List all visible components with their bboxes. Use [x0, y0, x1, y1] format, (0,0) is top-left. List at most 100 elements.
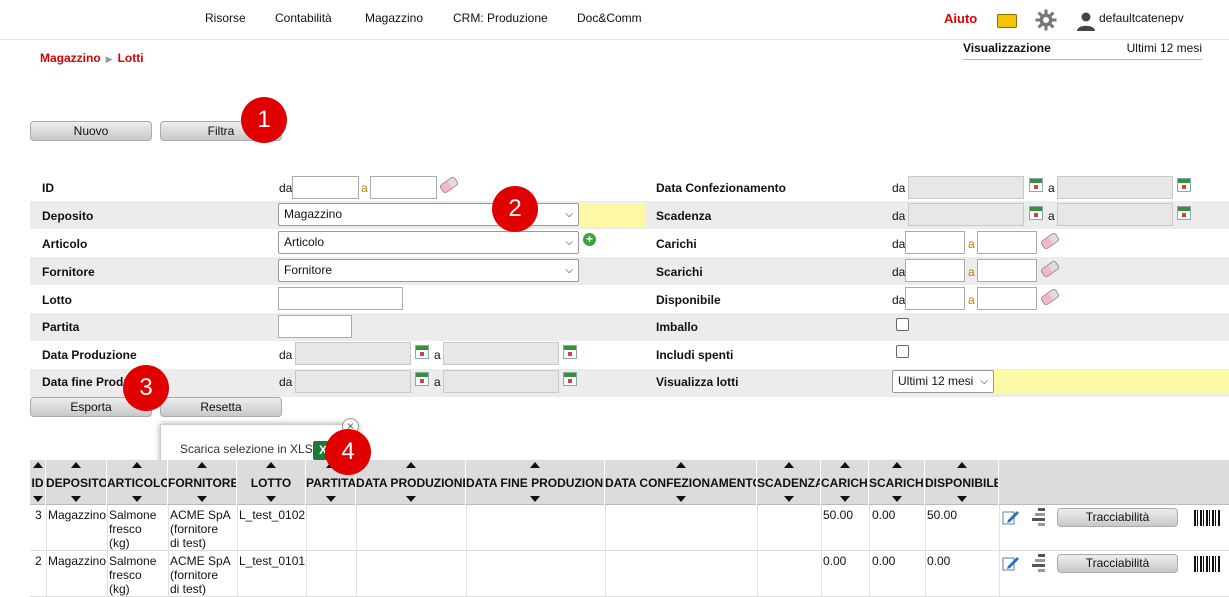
sort-asc-icon[interactable] [675, 462, 686, 468]
sort-asc-icon[interactable] [891, 462, 902, 468]
column-header-data-fine-produzione[interactable]: DATA FINE PRODUZIONE [466, 460, 605, 505]
sort-asc-icon[interactable] [32, 462, 43, 468]
calendar-icon[interactable] [415, 345, 429, 359]
deposito-select-value: Magazzino [284, 207, 343, 221]
calendar-icon[interactable] [563, 372, 577, 386]
column-header-scarichi[interactable]: SCARICHI [869, 460, 925, 505]
column-header-disponibile[interactable]: DISPONIBILE [925, 460, 999, 505]
hierarchy-icon[interactable] [1032, 508, 1046, 526]
view-period-label: Visualizzazione [963, 41, 1051, 55]
view-period-value[interactable]: Ultimi 12 mesi [1127, 41, 1202, 55]
data-fine-produzione-to-input[interactable] [443, 370, 559, 393]
sort-asc-icon[interactable] [71, 462, 81, 468]
hierarchy-icon[interactable] [1032, 554, 1046, 572]
id-to-input[interactable] [370, 176, 437, 199]
disponibile-from-input[interactable] [905, 287, 965, 310]
sort-desc-icon[interactable] [132, 496, 142, 502]
data-produzione-from-input[interactable] [295, 342, 411, 365]
add-articolo-icon[interactable]: + [583, 233, 596, 246]
new-button[interactable]: Nuovo [30, 121, 152, 141]
sort-asc-icon[interactable] [530, 462, 540, 468]
nav-item-magazzino[interactable]: Magazzino [365, 11, 423, 25]
barcode-icon[interactable] [1194, 556, 1220, 572]
column-header-articolo[interactable]: ARTICOLO [107, 460, 168, 505]
data-confezionamento-from-input[interactable] [908, 176, 1024, 199]
sort-asc-icon[interactable] [197, 462, 207, 468]
export-xls-link[interactable]: Scarica selezione in XLS [180, 442, 313, 456]
column-header-lotto[interactable]: LOTTO [237, 460, 306, 505]
sort-desc-icon[interactable] [839, 496, 850, 502]
cell-carichi: 50.00 [823, 508, 854, 522]
calendar-icon[interactable] [1029, 178, 1043, 192]
help-link[interactable]: Aiuto [944, 11, 977, 26]
lotto-input[interactable] [278, 287, 403, 310]
data-produzione-to-input[interactable] [443, 342, 559, 365]
fornitore-select[interactable]: Fornitore ⌵ [278, 259, 579, 282]
nav-item-contabilita[interactable]: Contabilità [275, 11, 332, 25]
sort-asc-icon[interactable] [839, 462, 850, 468]
nav-item-crm-produzione[interactable]: CRM: Produzione [453, 11, 548, 25]
imballo-checkbox[interactable] [896, 318, 909, 331]
calendar-icon[interactable] [563, 345, 577, 359]
column-header-deposito[interactable]: DEPOSITO [46, 460, 107, 505]
sort-desc-icon[interactable] [530, 496, 540, 502]
data-fine-produzione-from-input[interactable] [295, 370, 411, 393]
id-from-input[interactable] [292, 176, 359, 199]
edit-icon[interactable] [1002, 509, 1020, 525]
envelope-icon[interactable] [997, 14, 1017, 28]
sort-desc-icon[interactable] [675, 496, 686, 502]
calendar-icon[interactable] [415, 372, 429, 386]
barcode-icon[interactable] [1194, 510, 1220, 526]
calendar-icon[interactable] [1177, 178, 1191, 192]
sort-desc-icon[interactable] [197, 496, 207, 502]
data-confezionamento-to-input[interactable] [1057, 176, 1173, 199]
scadenza-to-input[interactable] [1057, 203, 1173, 226]
calendar-icon[interactable] [1177, 206, 1191, 220]
includi-spenti-checkbox[interactable] [896, 345, 909, 358]
edit-icon[interactable] [1002, 555, 1020, 571]
breadcrumb-current[interactable]: Lotti [118, 51, 144, 65]
reset-button[interactable]: Resetta [160, 397, 282, 417]
sort-desc-icon[interactable] [783, 496, 794, 502]
column-header-scadenza[interactable]: SCADENZA [757, 460, 821, 505]
carichi-to-input[interactable] [977, 231, 1037, 254]
sort-desc-icon[interactable] [405, 496, 416, 502]
sort-asc-icon[interactable] [266, 462, 276, 468]
sort-asc-icon[interactable] [132, 462, 142, 468]
column-header-data-confezionamento[interactable]: DATA CONFEZIONAMENTO [605, 460, 757, 505]
articolo-select[interactable]: Articolo ⌵ [278, 231, 579, 254]
gear-icon[interactable] [1034, 8, 1058, 32]
column-header-carichi[interactable]: CARICHI [821, 460, 869, 505]
breadcrumb-parent[interactable]: Magazzino [40, 51, 101, 65]
nav-item-doc-comm[interactable]: Doc&Comm [577, 11, 642, 25]
chevron-down-icon: ⌵ [565, 237, 573, 248]
sort-desc-icon[interactable] [266, 496, 276, 502]
partita-input[interactable] [278, 315, 352, 338]
data-confezionamento-to-label: a [1048, 181, 1055, 195]
disponibile-to-input[interactable] [977, 287, 1037, 310]
username[interactable]: defaultcatenepv [1099, 11, 1184, 25]
tracciabilita-button[interactable]: Tracciabilità [1057, 508, 1178, 527]
sort-asc-icon[interactable] [783, 462, 794, 468]
column-header-id[interactable]: ID [30, 460, 46, 505]
sort-desc-icon[interactable] [32, 496, 43, 502]
sort-asc-icon[interactable] [956, 462, 967, 468]
sort-asc-icon[interactable] [405, 462, 416, 468]
tracciabilita-button[interactable]: Tracciabilità [1057, 554, 1178, 573]
column-header-fornitore[interactable]: FORNITORE [168, 460, 237, 505]
sort-desc-icon[interactable] [956, 496, 967, 502]
scadenza-from-input[interactable] [908, 203, 1024, 226]
user-icon[interactable] [1076, 11, 1096, 31]
cell-lotto: L_test_0102 [239, 508, 306, 522]
carichi-from-input[interactable] [905, 231, 965, 254]
scarichi-to-input[interactable] [977, 259, 1037, 282]
visualizza-lotti-select[interactable]: Ultimi 12 mesi ⌵ [892, 370, 994, 393]
sort-desc-icon[interactable] [71, 496, 81, 502]
nav-item-risorse[interactable]: Risorse [205, 11, 246, 25]
calendar-icon[interactable] [1029, 206, 1043, 220]
sort-desc-icon[interactable] [325, 496, 336, 502]
includi-spenti-label: Includi spenti [656, 348, 734, 362]
scarichi-from-input[interactable] [905, 259, 965, 282]
sort-desc-icon[interactable] [891, 496, 902, 502]
column-header-data-produzione[interactable]: DATA PRODUZIONE [356, 460, 466, 505]
